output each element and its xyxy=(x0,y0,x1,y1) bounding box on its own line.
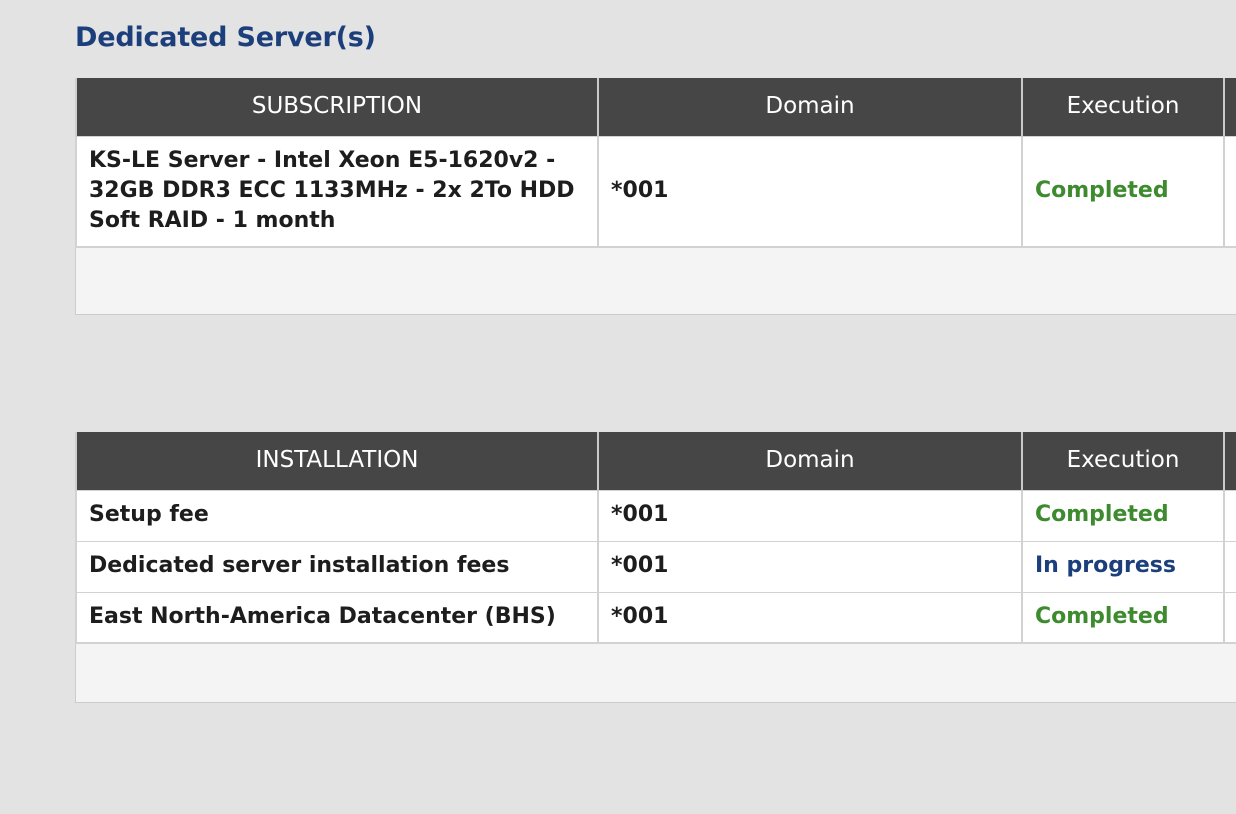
column-header-execution[interactable]: Execution xyxy=(1021,78,1225,137)
installation-extra: * xyxy=(1223,591,1236,644)
installation-execution: In progress xyxy=(1021,540,1225,593)
subscription-domain: *001 xyxy=(597,136,1023,248)
installation-name: Dedicated server installation fees xyxy=(75,540,599,593)
table-row: KS-LE Server - Intel Xeon E5-1620v2 - 32… xyxy=(75,136,1236,248)
installation-execution: Completed xyxy=(1021,490,1225,542)
subscription-execution: Completed xyxy=(1021,136,1225,248)
installation-table-head: INSTALLATION Domain Execution xyxy=(75,432,1236,491)
subscription-table: SUBSCRIPTION Domain Execution KS-LE Serv… xyxy=(75,78,1236,248)
status-badge: Completed xyxy=(1035,177,1169,203)
installation-table-footer xyxy=(75,643,1236,704)
status-badge: Completed xyxy=(1035,502,1169,528)
column-header-domain[interactable]: Domain xyxy=(597,78,1023,137)
column-header-execution[interactable]: Execution xyxy=(1021,432,1225,491)
column-header-installation[interactable]: INSTALLATION xyxy=(75,432,599,491)
subscription-table-footer xyxy=(75,247,1236,316)
installation-extra: * xyxy=(1223,540,1236,593)
subscription-table-head: SUBSCRIPTION Domain Execution xyxy=(75,78,1236,137)
subscription-table-container: SUBSCRIPTION Domain Execution KS-LE Serv… xyxy=(75,78,1236,316)
table-header-row: INSTALLATION Domain Execution xyxy=(75,432,1236,491)
subscription-table-body: KS-LE Server - Intel Xeon E5-1620v2 - 32… xyxy=(75,136,1236,248)
column-header-extra[interactable] xyxy=(1223,432,1236,491)
installation-table-container: INSTALLATION Domain Execution Setup fee … xyxy=(75,432,1236,704)
installation-domain: *001 xyxy=(597,540,1023,593)
subscription-extra: * xyxy=(1223,136,1236,248)
installation-domain: *001 xyxy=(597,490,1023,542)
installation-table-body: Setup fee *001 Completed * Dedicated ser… xyxy=(75,490,1236,644)
column-header-subscription[interactable]: SUBSCRIPTION xyxy=(75,78,599,137)
table-header-row: SUBSCRIPTION Domain Execution xyxy=(75,78,1236,137)
table-row: Dedicated server installation fees *001 … xyxy=(75,540,1236,593)
subscription-name: KS-LE Server - Intel Xeon E5-1620v2 - 32… xyxy=(75,136,599,248)
table-row: East North-America Datacenter (BHS) *001… xyxy=(75,591,1236,644)
installation-execution: Completed xyxy=(1021,591,1225,644)
column-header-extra[interactable] xyxy=(1223,78,1236,137)
status-badge: Completed xyxy=(1035,603,1169,629)
installation-table: INSTALLATION Domain Execution Setup fee … xyxy=(75,432,1236,644)
installation-domain: *001 xyxy=(597,591,1023,644)
table-row: Setup fee *001 Completed * xyxy=(75,490,1236,542)
column-header-domain[interactable]: Domain xyxy=(597,432,1023,491)
status-badge: In progress xyxy=(1035,552,1176,578)
installation-name: Setup fee xyxy=(75,490,599,542)
installation-extra: * xyxy=(1223,490,1236,542)
page-root: Dedicated Server(s) SUBSCRIPTION Domain … xyxy=(0,0,1236,814)
page-title: Dedicated Server(s) xyxy=(75,22,376,53)
installation-name: East North-America Datacenter (BHS) xyxy=(75,591,599,644)
